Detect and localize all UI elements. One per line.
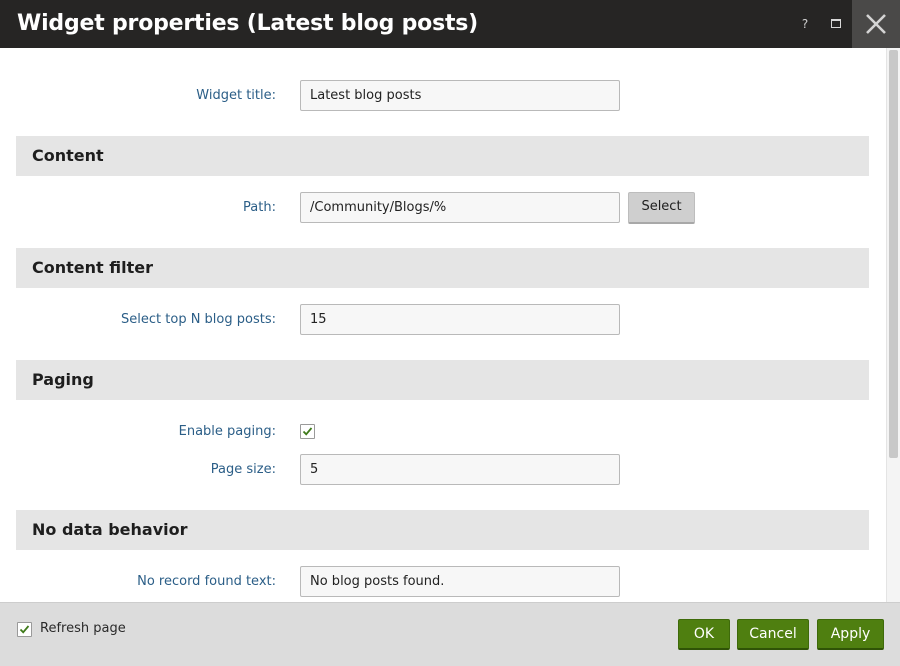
close-icon — [866, 14, 886, 34]
page-size-label: Page size: — [210, 462, 276, 477]
page-size-input[interactable]: 5 — [300, 454, 620, 485]
ok-button[interactable]: OK — [678, 619, 730, 650]
widget-title-input[interactable]: Latest blog posts — [300, 80, 620, 111]
section-content-filter-title: Content filter — [32, 258, 153, 277]
no-record-text-input[interactable]: No blog posts found. — [300, 566, 620, 597]
section-paging: Paging — [16, 360, 869, 400]
maximize-icon[interactable] — [828, 16, 844, 32]
dialog-title: Widget properties (Latest blog posts) — [17, 11, 479, 36]
section-content: Content — [16, 136, 869, 176]
top-n-label: Select top N blog posts: — [121, 312, 276, 327]
help-icon[interactable]: ? — [797, 14, 813, 34]
cancel-button[interactable]: Cancel — [737, 619, 809, 650]
path-label: Path: — [243, 200, 276, 215]
apply-button[interactable]: Apply — [817, 619, 884, 650]
path-select-button[interactable]: Select — [628, 192, 695, 224]
widget-title-label: Widget title: — [196, 88, 276, 103]
section-paging-title: Paging — [32, 370, 94, 389]
section-no-data-behavior-title: No data behavior — [32, 520, 188, 539]
dialog-content: Widget title: Latest blog posts Content … — [0, 48, 886, 602]
section-content-title: Content — [32, 146, 104, 165]
content-scrollbar[interactable] — [886, 48, 900, 602]
path-input[interactable]: /Community/Blogs/% — [300, 192, 620, 223]
refresh-page-label: Refresh page — [40, 621, 126, 636]
scrollbar-thumb[interactable] — [889, 50, 898, 458]
section-no-data-behavior: No data behavior — [16, 510, 869, 550]
checkmark-icon — [19, 625, 30, 634]
dialog-titlebar: Widget properties (Latest blog posts) ? — [0, 0, 900, 48]
enable-paging-label: Enable paging: — [178, 424, 276, 439]
top-n-input[interactable]: 15 — [300, 304, 620, 335]
close-button[interactable] — [852, 0, 900, 48]
refresh-page-checkbox[interactable] — [17, 622, 32, 637]
enable-paging-checkbox[interactable] — [300, 424, 315, 439]
checkmark-icon — [302, 427, 313, 436]
dialog-footer: Refresh page OK Cancel Apply — [0, 602, 900, 666]
no-record-text-label: No record found text: — [137, 574, 276, 589]
section-content-filter: Content filter — [16, 248, 869, 288]
